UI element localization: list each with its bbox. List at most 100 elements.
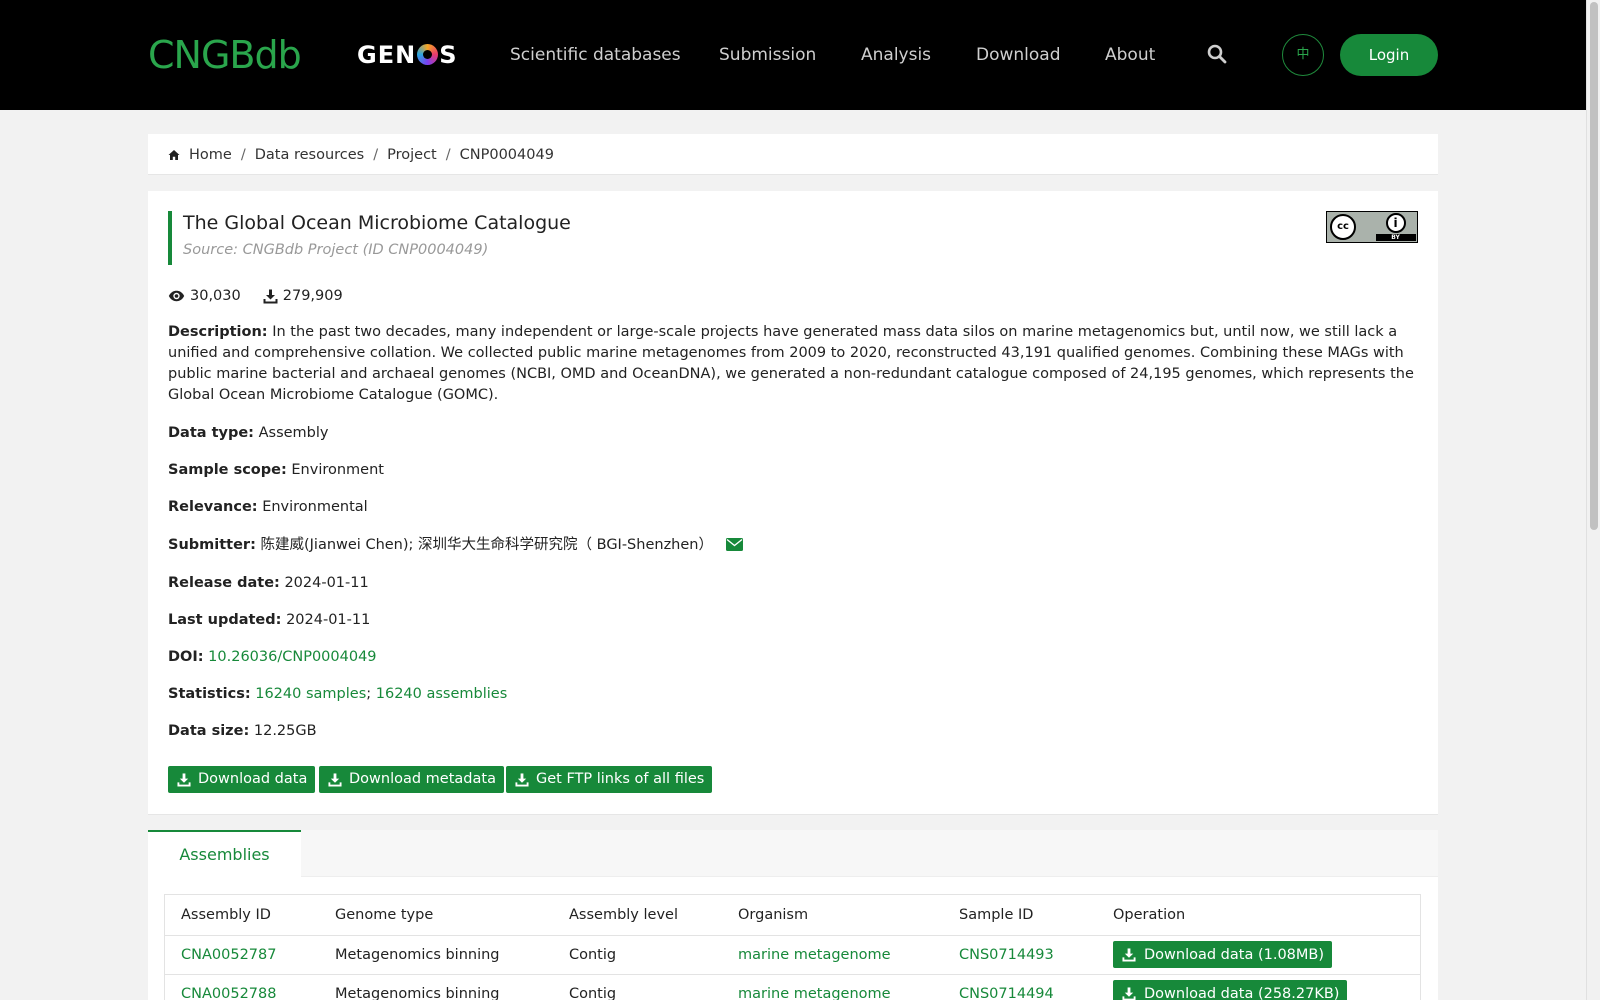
submitter-value: 陈建威(Jianwei Chen); 深圳华大生命科学研究院（ BGI-Shen…	[260, 537, 713, 553]
cngbdb-logo[interactable]: CNGBdb	[148, 36, 302, 74]
table-header-row: Assembly ID Genome type Assembly level O…	[165, 895, 1420, 936]
nav-submission[interactable]: Submission	[719, 45, 816, 65]
breadcrumb-separator: /	[445, 147, 451, 163]
doi-field: DOI: 10.26036/CNP0004049	[168, 647, 1418, 668]
download-icon	[515, 772, 529, 787]
description-text: In the past two decades, many independen…	[168, 324, 1414, 403]
column-header-assembly-level[interactable]: Assembly level	[553, 895, 722, 936]
assemblies-table: Assembly ID Genome type Assembly level O…	[164, 894, 1421, 1000]
nav-analysis[interactable]: Analysis	[861, 45, 931, 65]
get-ftp-links-button[interactable]: Get FTP links of all files	[506, 766, 713, 793]
row-download-label: Download data (258.27KB)	[1144, 985, 1340, 1000]
envelope-icon[interactable]	[725, 538, 743, 551]
breadcrumb-data-resources[interactable]: Data resources	[255, 146, 365, 164]
statistics-separator: ;	[366, 686, 372, 702]
download-data-label: Download data	[198, 771, 308, 787]
assemblies-link[interactable]: 16240 assemblies	[376, 686, 508, 702]
data-size-label: Data size:	[168, 723, 250, 739]
genos-logo-text-start: GEN	[357, 41, 417, 69]
organism-link[interactable]: marine metagenome	[722, 935, 943, 975]
data-size-field: Data size: 12.25GB	[168, 721, 1418, 742]
download-icon	[177, 772, 191, 787]
statistics-field: Statistics: 16240 samples; 16240 assembl…	[168, 684, 1418, 705]
breadcrumb: Home / Data resources / Project / CNP000…	[148, 134, 1438, 175]
assembly-id-link[interactable]: CNA0052787	[165, 935, 319, 975]
page-scrollbar[interactable]	[1586, 0, 1600, 1000]
tab-assemblies[interactable]: Assemblies	[148, 830, 301, 878]
release-date-field: Release date: 2024-01-11	[168, 573, 1418, 594]
row-download-label: Download data (1.08MB)	[1144, 946, 1325, 963]
doi-link[interactable]: 10.26036/CNP0004049	[208, 649, 376, 665]
download-metadata-label: Download metadata	[349, 771, 496, 787]
last-updated-value: 2024-01-11	[286, 612, 371, 628]
language-toggle-button[interactable]: 中	[1282, 34, 1324, 76]
assembly-id-link[interactable]: CNA0052788	[165, 974, 319, 1000]
submitter-field: Submitter: 陈建威(Jianwei Chen); 深圳华大生命科学研究…	[168, 535, 1418, 556]
breadcrumb-separator: /	[373, 147, 379, 163]
sample-scope-label: Sample scope:	[168, 462, 287, 478]
get-ftp-links-label: Get FTP links of all files	[536, 771, 705, 787]
project-detail-card: The Global Ocean Microbiome Catalogue So…	[148, 191, 1438, 815]
page-title: The Global Ocean Microbiome Catalogue	[183, 212, 571, 234]
data-size-value: 12.25GB	[253, 723, 317, 739]
statistics-label: Statistics:	[168, 686, 251, 702]
download-icon	[263, 289, 278, 303]
cc-by-license-badge[interactable]: cc i BY	[1326, 211, 1418, 243]
genos-logo-text-end: S	[439, 41, 458, 69]
project-source: Source: CNGBdb Project (ID CNP0004049)	[183, 242, 489, 258]
operation-cell: Download data (1.08MB)	[1097, 935, 1420, 975]
column-header-genome-type[interactable]: Genome type	[319, 895, 553, 936]
release-date-value: 2024-01-11	[284, 575, 369, 591]
home-icon	[168, 150, 180, 160]
relevance-value: Environmental	[262, 499, 368, 515]
project-title-block: The Global Ocean Microbiome Catalogue So…	[168, 211, 571, 265]
relevance-field: Relevance: Environmental	[168, 497, 1418, 518]
column-header-assembly-id[interactable]: Assembly ID	[165, 895, 319, 936]
cc-icon: cc	[1330, 214, 1356, 240]
last-updated-field: Last updated: 2024-01-11	[168, 610, 1418, 631]
row-download-button[interactable]: Download data (1.08MB)	[1113, 941, 1333, 968]
data-type-field: Data type: Assembly	[168, 423, 1418, 444]
row-download-button[interactable]: Download data (258.27KB)	[1113, 980, 1348, 1000]
project-stats: 30,030 279,909	[168, 287, 343, 305]
download-icon	[1122, 947, 1136, 962]
table-row: CNA0052787 Metagenomics binning Contig m…	[165, 935, 1420, 975]
operation-cell: Download data (258.27KB)	[1097, 974, 1420, 1000]
table-row: CNA0052788 Metagenomics binning Contig m…	[165, 974, 1420, 1000]
view-count: 30,030	[190, 288, 241, 304]
download-icon	[328, 772, 342, 787]
search-icon[interactable]	[1207, 44, 1227, 64]
download-metadata-button[interactable]: Download metadata	[319, 766, 504, 793]
last-updated-label: Last updated:	[168, 612, 282, 628]
sample-scope-value: Environment	[291, 462, 384, 478]
nav-about[interactable]: About	[1105, 45, 1155, 65]
assembly-level-cell: Contig	[553, 974, 722, 1000]
genos-logo[interactable]: GEN S	[357, 42, 457, 68]
sample-id-link[interactable]: CNS0714493	[943, 935, 1097, 975]
breadcrumb-current: CNP0004049	[459, 147, 554, 163]
nav-download[interactable]: Download	[976, 45, 1061, 65]
column-header-organism[interactable]: Organism	[722, 895, 943, 936]
data-type-value: Assembly	[258, 425, 329, 441]
breadcrumb-project[interactable]: Project	[387, 146, 437, 164]
data-type-label: Data type:	[168, 425, 254, 441]
license-by-label: BY	[1375, 234, 1416, 241]
doi-label: DOI:	[168, 649, 204, 665]
breadcrumb-home[interactable]: Home	[189, 146, 232, 164]
column-header-sample-id[interactable]: Sample ID	[943, 895, 1097, 936]
samples-link[interactable]: 16240 samples	[255, 686, 366, 702]
login-button[interactable]: Login	[1340, 34, 1438, 76]
download-data-button[interactable]: Download data	[168, 766, 316, 793]
submitter-label: Submitter:	[168, 537, 256, 553]
attribution-icon: i	[1385, 213, 1406, 233]
organism-link[interactable]: marine metagenome	[722, 974, 943, 1000]
release-date-label: Release date:	[168, 575, 280, 591]
sample-id-link[interactable]: CNS0714494	[943, 974, 1097, 1000]
download-icon	[1122, 986, 1136, 1000]
genome-type-cell: Metagenomics binning	[319, 935, 553, 975]
eye-icon	[168, 290, 185, 302]
description-field: Description: In the past two decades, ma…	[168, 322, 1418, 406]
sample-scope-field: Sample scope: Environment	[168, 460, 1418, 481]
scrollbar-thumb[interactable]	[1590, 2, 1598, 530]
nav-scientific-databases[interactable]: Scientific databases	[510, 45, 681, 65]
